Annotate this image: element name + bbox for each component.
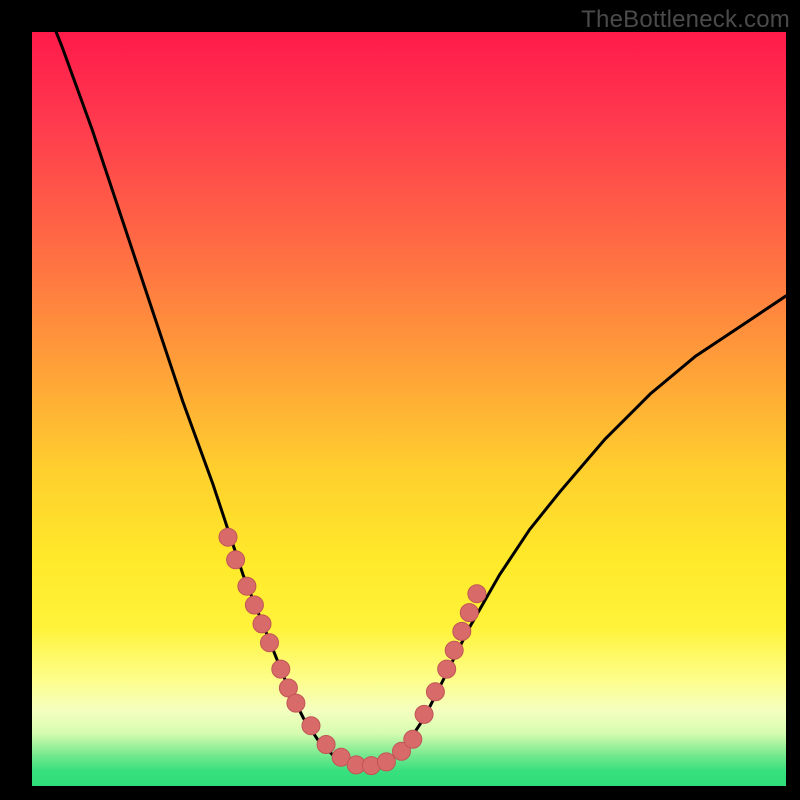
marker-dots <box>219 528 486 774</box>
marker-dot <box>468 585 486 603</box>
marker-dot <box>317 736 335 754</box>
marker-dot <box>460 604 478 622</box>
watermark-text: TheBottleneck.com <box>581 6 790 34</box>
marker-dot <box>272 660 290 678</box>
plot-area <box>32 32 786 786</box>
marker-dot <box>438 660 456 678</box>
marker-dot <box>261 634 279 652</box>
marker-dot <box>302 717 320 735</box>
marker-dot <box>227 551 245 569</box>
marker-dot <box>219 528 237 546</box>
outer-frame: TheBottleneck.com <box>0 0 800 800</box>
marker-dot <box>377 753 395 771</box>
curve-line <box>32 32 786 767</box>
marker-dot <box>287 694 305 712</box>
marker-dot <box>238 577 256 595</box>
chart-svg <box>32 32 786 786</box>
marker-dot <box>245 596 263 614</box>
marker-dot <box>445 641 463 659</box>
curve-path <box>32 32 786 767</box>
marker-dot <box>415 705 433 723</box>
marker-dot <box>253 615 271 633</box>
marker-dot <box>404 730 422 748</box>
marker-dot <box>453 622 471 640</box>
marker-dot <box>426 683 444 701</box>
